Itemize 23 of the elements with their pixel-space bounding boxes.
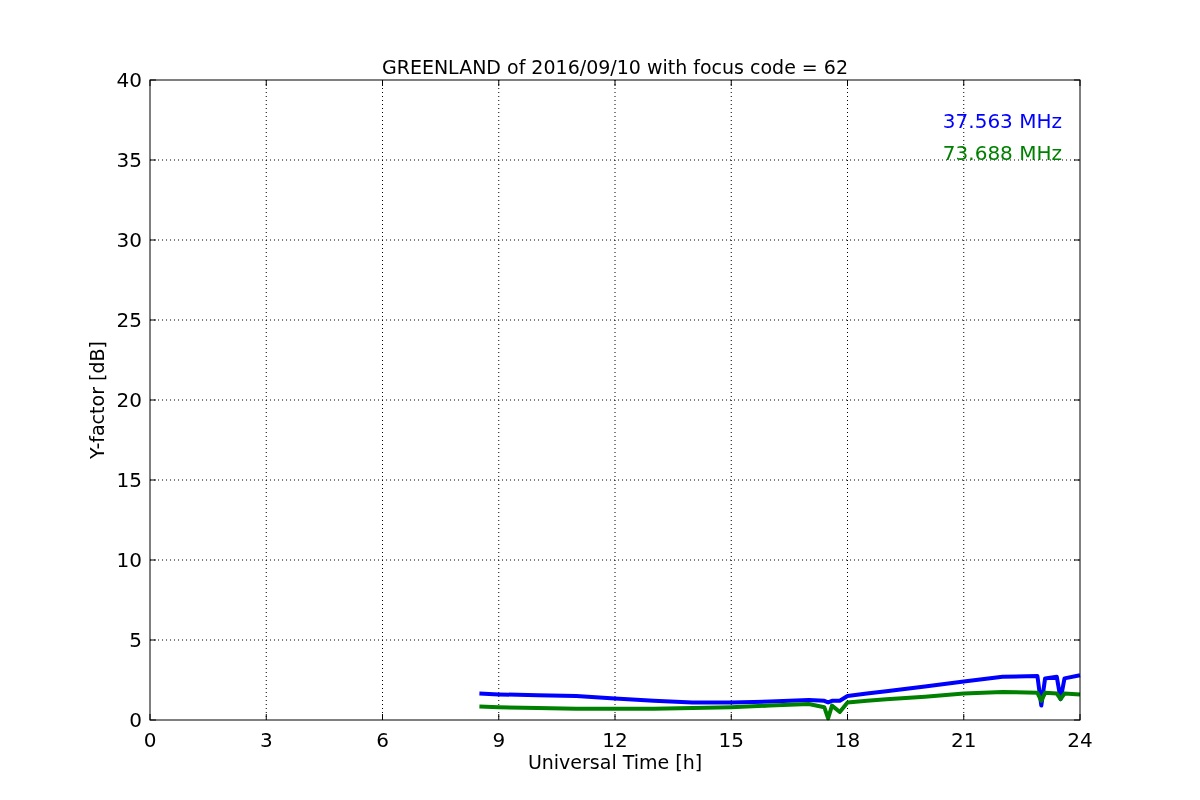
legend-label: 73.688 MHz: [942, 141, 1062, 165]
x-tick-label: 18: [834, 728, 861, 752]
x-tick-label: 24: [1067, 728, 1093, 752]
x-tick-label: 9: [492, 728, 506, 752]
y-tick-label: 35: [116, 148, 142, 172]
y-tick-label: 20: [116, 388, 142, 412]
x-tick-label: 21: [951, 728, 977, 752]
x-tick-label: 15: [718, 728, 744, 752]
x-tick-label: 12: [602, 728, 628, 752]
legend-label: 37.563 MHz: [942, 109, 1062, 133]
chart-title: GREENLAND of 2016/09/10 with focus code = 62: [382, 56, 848, 78]
y-tick-label: 40: [116, 68, 142, 92]
y-axis-label: Y-factor [dB]: [86, 341, 108, 459]
y-tick-label: 15: [116, 468, 142, 492]
x-axis-label: Universal Time [h]: [527, 751, 703, 773]
y-tick-label: 0: [129, 708, 142, 732]
y-tick-label: 30: [116, 228, 142, 252]
y-tick-label: 10: [116, 548, 142, 572]
x-tick-label: 3: [259, 728, 273, 752]
x-tick-label: 0: [143, 728, 157, 752]
y-tick-label: 5: [129, 628, 142, 652]
x-tick-label: 6: [376, 728, 389, 752]
y-tick-label: 25: [116, 308, 142, 332]
